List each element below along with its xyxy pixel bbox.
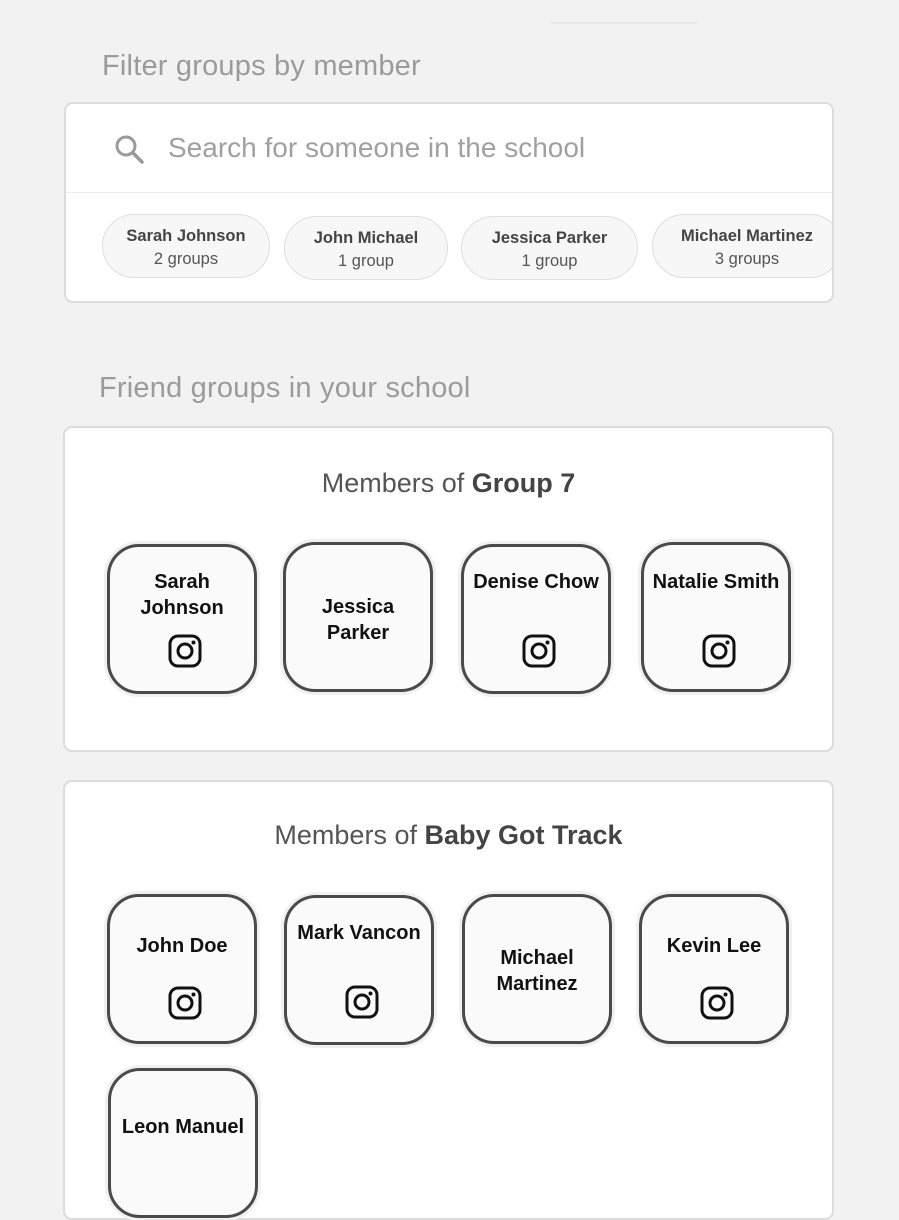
chip-name: John Michael bbox=[313, 229, 419, 247]
member-chip[interactable]: Michael Martinez 3 groups bbox=[652, 214, 832, 278]
member-chip[interactable]: John Michael 1 group bbox=[284, 216, 448, 280]
chip-name: Sarah Johnson bbox=[126, 227, 246, 245]
member-name: Denise Chow bbox=[473, 571, 599, 593]
group-heading: Members of Group 7 bbox=[65, 468, 832, 499]
group-heading-prefix: Members of bbox=[321, 468, 465, 498]
group-card: Members of Group 7 Sarah Johnson Jessica… bbox=[63, 426, 834, 752]
chip-name: Michael Martinez bbox=[680, 227, 814, 245]
member-card[interactable]: Kevin Lee bbox=[639, 894, 789, 1044]
member-card[interactable]: Jessica Parker bbox=[283, 542, 433, 692]
member-name: Kevin Lee bbox=[666, 935, 762, 957]
member-card[interactable]: John Doe bbox=[107, 894, 257, 1044]
chip-name: Jessica Parker bbox=[491, 229, 608, 247]
member-name: Michael Martinez bbox=[496, 947, 578, 995]
chip-group-count: 2 groups bbox=[153, 250, 219, 268]
member-card[interactable]: Denise Chow bbox=[461, 544, 611, 694]
chip-group-count: 1 group bbox=[521, 252, 578, 270]
group-name: Group 7 bbox=[471, 468, 576, 498]
group-heading: Members of Baby Got Track bbox=[65, 820, 832, 851]
member-name: John Doe bbox=[136, 935, 228, 957]
instagram-icon[interactable] bbox=[699, 985, 735, 1021]
search-icon bbox=[115, 135, 144, 164]
member-card[interactable]: Leon Manuel bbox=[108, 1068, 258, 1218]
instagram-icon[interactable] bbox=[521, 633, 557, 669]
member-name: Jessica Parker bbox=[321, 596, 395, 644]
chip-group-count: 3 groups bbox=[714, 250, 780, 268]
search-bar[interactable] bbox=[66, 104, 832, 193]
member-chip[interactable]: Jessica Parker 1 group bbox=[461, 216, 638, 280]
member-name: Sarah Johnson bbox=[140, 571, 224, 619]
instagram-icon[interactable] bbox=[167, 633, 203, 669]
member-card[interactable]: Michael Martinez bbox=[462, 894, 612, 1044]
groups-section-title: Friend groups in your school bbox=[99, 372, 471, 404]
filter-card: Sarah Johnson 2 groups John Michael 1 gr… bbox=[64, 102, 834, 303]
member-name: Natalie Smith bbox=[652, 571, 780, 593]
group-heading-prefix: Members of bbox=[274, 820, 417, 850]
filter-section-title: Filter groups by member bbox=[102, 50, 421, 82]
member-name: Leon Manuel bbox=[121, 1116, 245, 1138]
member-card[interactable]: Sarah Johnson bbox=[107, 544, 257, 694]
group-card: Members of Baby Got Track John Doe Mark … bbox=[63, 780, 834, 1220]
instagram-icon[interactable] bbox=[701, 633, 737, 669]
member-name: Mark Vancon bbox=[297, 922, 421, 944]
top-divider bbox=[550, 22, 698, 24]
member-card[interactable]: Natalie Smith bbox=[641, 542, 791, 692]
search-input[interactable] bbox=[168, 126, 788, 170]
group-name: Baby Got Track bbox=[424, 820, 623, 850]
instagram-icon[interactable] bbox=[344, 984, 380, 1020]
member-chip[interactable]: Sarah Johnson 2 groups bbox=[102, 214, 270, 278]
chip-group-count: 1 group bbox=[338, 252, 394, 270]
instagram-icon[interactable] bbox=[167, 985, 203, 1021]
member-card[interactable]: Mark Vancon bbox=[284, 895, 434, 1045]
